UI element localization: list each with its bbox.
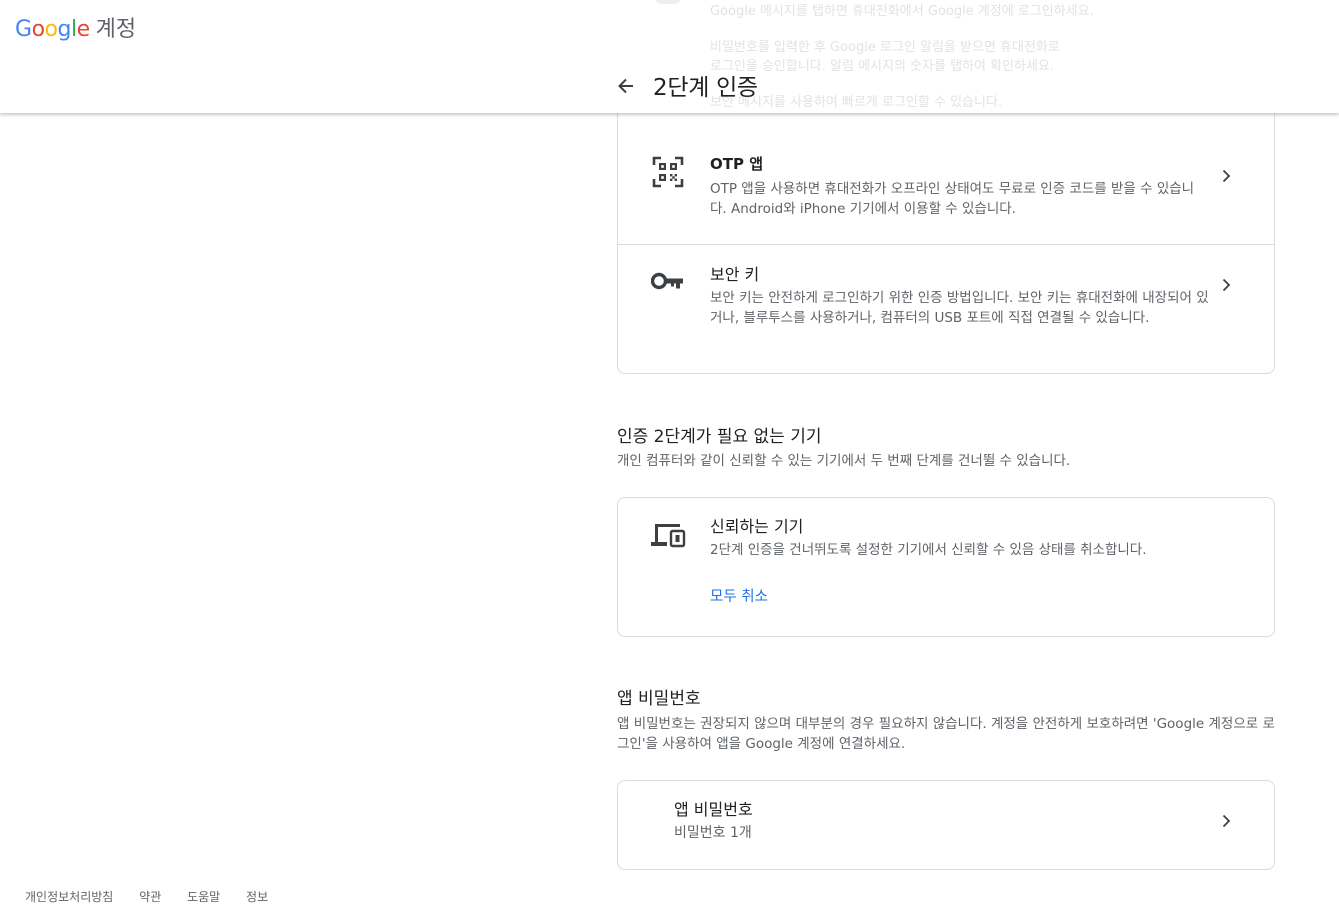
footer-link-privacy[interactable]: 개인정보처리방침 — [25, 890, 113, 904]
app-passwords-heading: 앱 비밀번호 — [617, 689, 701, 709]
app-header: Google 메시지를 탭하면 휴대전화에서 Google 계정에 로그인하세요… — [0, 0, 1339, 113]
trusted-devices-heading: 인증 2단계가 필요 없는 기기 — [617, 427, 822, 447]
partial-icon — [655, 0, 681, 4]
trusted-devices-title: 신뢰하는 기기 — [710, 517, 804, 536]
otp-app-row[interactable]: OTP 앱 OTP 앱을 사용하면 휴대전화가 오프라인 상태여도 무료로 인증… — [618, 136, 1274, 244]
chevron-right-icon — [1222, 278, 1231, 292]
otp-app-title: OTP 앱 — [710, 155, 763, 173]
trusted-devices-card: 신뢰하는 기기 2단계 인증을 건너뛰도록 설정한 기기에서 신뢰할 수 있음 … — [617, 497, 1275, 637]
scrolled-text: 로그인을 승인합니다. 알림 메시지의 숫자를 탭하여 확인하세요. — [710, 59, 1055, 74]
scrolled-text: Google 메시지를 탭하면 휴대전화에서 Google 계정에 로그인하세요… — [710, 4, 1094, 19]
app-passwords-count: 비밀번호 1개 — [674, 825, 752, 841]
google-account-logo[interactable]: Google 계정 — [15, 11, 136, 43]
trusted-devices-card-desc: 2단계 인증을 건너뛰도록 설정한 기기에서 신뢰할 수 있음 상태를 취소합니… — [710, 542, 1147, 558]
revoke-all-link[interactable]: 모두 취소 — [710, 585, 768, 606]
app-passwords-desc: 앱 비밀번호는 권장되지 않으며 대부분의 경우 필요하지 않습니다. 계정을 … — [617, 716, 1275, 752]
qr-code-icon — [650, 154, 686, 190]
security-key-title: 보안 키 — [710, 265, 760, 284]
page-title: 2단계 인증 — [653, 75, 758, 101]
footer-link-terms[interactable]: 약관 — [139, 890, 161, 904]
app-passwords-card[interactable]: 앱 비밀번호 비밀번호 1개 — [617, 780, 1275, 870]
app-passwords-title: 앱 비밀번호 — [674, 800, 753, 819]
otp-app-desc: OTP 앱을 사용하면 휴대전화가 오프라인 상태여도 무료로 인증 코드를 받… — [710, 181, 1195, 217]
security-key-desc: 보안 키는 안전하게 로그인하기 위한 인증 방법입니다. 보안 키는 휴대전화… — [710, 290, 1209, 326]
footer-link-help[interactable]: 도움말 — [187, 890, 220, 904]
footer-link-about[interactable]: 정보 — [246, 890, 268, 904]
chevron-right-icon — [1222, 814, 1231, 828]
arrow-back-icon — [618, 78, 633, 94]
devices-icon — [650, 516, 686, 552]
key-icon — [650, 263, 686, 299]
scrolled-text: 비밀번호를 입력한 후 Google 로그인 알림을 받으면 휴대전화로 — [710, 40, 1060, 55]
security-key-row[interactable]: 보안 키 보안 키는 안전하게 로그인하기 위한 인증 방법입니다. 보안 키는… — [618, 245, 1274, 373]
trusted-devices-desc: 개인 컴퓨터와 같이 신뢰할 수 있는 기기에서 두 번째 단계를 건너뛸 수 … — [617, 453, 1071, 469]
chevron-right-icon — [1222, 169, 1231, 183]
product-name: 계정 — [95, 17, 137, 42]
back-button[interactable] — [612, 72, 640, 100]
